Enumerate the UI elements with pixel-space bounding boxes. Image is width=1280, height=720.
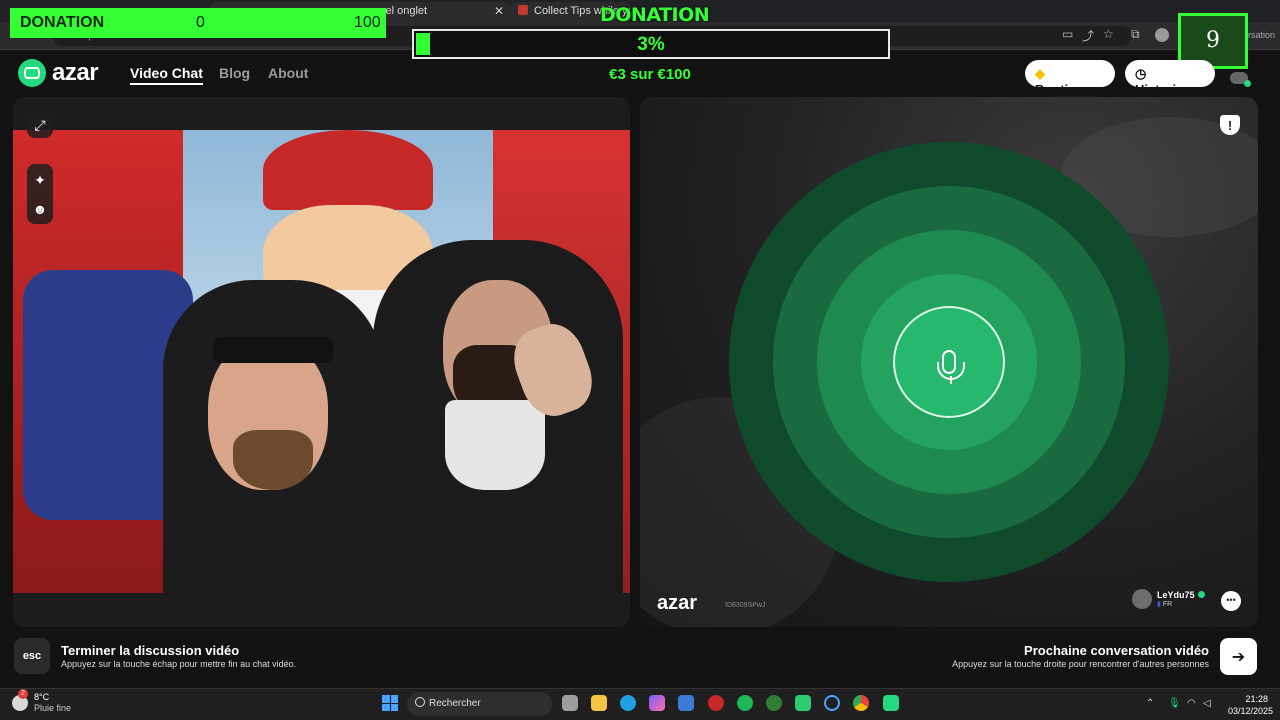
mic-stem: [950, 376, 952, 384]
face-filter-icon[interactable]: ☻: [33, 201, 48, 217]
spotify-icon[interactable]: [737, 695, 753, 711]
donation-progress-bar: 3%: [412, 29, 890, 59]
nav-about[interactable]: About: [268, 65, 308, 81]
mic-body: [937, 350, 965, 380]
chat-app-icon[interactable]: [795, 695, 811, 711]
donation-max: 100: [354, 14, 381, 31]
search-icon: [415, 697, 425, 707]
chrome-icon[interactable]: [853, 695, 869, 711]
weather-widget[interactable]: 8°C Pluie fine: [12, 689, 72, 714]
star-icon[interactable]: ☆: [1103, 27, 1114, 41]
site-favicon-icon: [518, 5, 528, 15]
taskbar-search[interactable]: Rechercher: [407, 692, 552, 716]
gem-icon: ◆: [1035, 66, 1045, 81]
azar-watermark: azar: [657, 592, 698, 614]
copilot-icon[interactable]: [649, 695, 665, 711]
donation-raised: €3 sur €100: [609, 66, 691, 83]
effects-toolbar: ✦ ☻: [27, 164, 53, 224]
app-red-icon[interactable]: [708, 695, 724, 711]
task-view-icon[interactable]: [562, 695, 578, 711]
azar-logo-icon: [18, 59, 46, 87]
next-chat-title: Prochaine conversation vidéo: [1024, 643, 1209, 658]
next-button[interactable]: ➔: [1220, 638, 1257, 675]
arrow-right-icon: ➔: [1231, 648, 1246, 666]
microphone-tray-icon[interactable]: 🎙: [1168, 698, 1181, 709]
extensions-icon[interactable]: ⧉: [1131, 27, 1140, 42]
close-icon[interactable]: ✕: [494, 4, 504, 18]
verified-icon: [1197, 591, 1205, 598]
expand-icon[interactable]: ⤢: [27, 112, 53, 138]
flag-icon: ▮: [1157, 601, 1161, 608]
system-clock[interactable]: 21:28 03/12/2025: [1228, 693, 1274, 717]
windows-taskbar: [0, 688, 1280, 720]
chevron-up-icon[interactable]: ⌃: [1146, 698, 1154, 709]
azar-app-icon[interactable]: [883, 695, 899, 711]
app-c-icon[interactable]: [824, 695, 840, 711]
sparkle-icon[interactable]: ✦: [34, 172, 46, 189]
time: 21:28: [1245, 694, 1268, 704]
remote-video-panel: ! azar ID8309SPwJ LeYdu75 ▮ FR •••: [640, 97, 1258, 627]
xbox-icon[interactable]: [766, 695, 782, 711]
profile-avatar-icon[interactable]: [1155, 28, 1169, 42]
logo-text: azar: [52, 59, 99, 86]
peer-country: FR: [1162, 601, 1173, 608]
weather-desc: Pluie fine: [34, 703, 72, 713]
donation-title: DONATION: [600, 4, 710, 26]
peer-info[interactable]: LeYdu75 ▮ FR: [1132, 589, 1205, 609]
store-icon[interactable]: [678, 695, 694, 711]
end-chat-hint: Appuyez sur la touche échap pour mettre …: [61, 659, 297, 669]
jabot: [445, 400, 545, 490]
end-chat-title: Terminer la discussion vidéo: [61, 643, 240, 658]
donation-min: 0: [196, 14, 205, 31]
azar-logo[interactable]: azar: [18, 59, 99, 87]
glasses: [213, 337, 333, 363]
history-button[interactable]: ◷Historique: [1125, 60, 1215, 97]
windows-start-icon[interactable]: [382, 695, 398, 711]
report-icon[interactable]: !: [1218, 113, 1242, 137]
avatar: [1132, 589, 1152, 609]
history-label: Historique: [1135, 82, 1200, 97]
nav-blog[interactable]: Blog: [219, 65, 250, 81]
chat-icon[interactable]: •••: [1221, 591, 1241, 611]
date: 03/12/2025: [1228, 706, 1274, 716]
online-dot-icon: [1244, 80, 1251, 87]
microphone-icon: [893, 306, 1005, 418]
wifi-icon[interactable]: ◠: [1187, 698, 1196, 709]
clock-icon: ◷: [1135, 66, 1147, 81]
next-chat-hint: Appuyez sur la touche droite pour rencon…: [952, 659, 1209, 669]
weather-icon: [12, 689, 28, 711]
donation-scale: DONATION 0 100: [10, 8, 386, 38]
screen: vel onglet ✕ Collect Tips while you're h…: [0, 0, 1280, 720]
beard: [233, 430, 313, 490]
temperature: 8°C: [34, 692, 50, 702]
watermark-id: ID8309SPwJ: [725, 602, 766, 609]
speaker-icon[interactable]: ◁: [1203, 698, 1211, 709]
file-explorer-icon[interactable]: [591, 695, 607, 711]
chat-bubble-icon[interactable]: [1230, 72, 1251, 87]
donation-label: DONATION: [20, 14, 105, 31]
edge-icon[interactable]: [620, 695, 636, 711]
nav-video-chat[interactable]: Video Chat: [130, 65, 203, 85]
peer-name: LeYdu75: [1157, 590, 1195, 600]
shop-label: Boutique: [1035, 82, 1092, 97]
tab-label: vel onglet: [380, 5, 428, 17]
donation-percent: 3%: [637, 34, 665, 55]
local-camera-feed: [13, 130, 630, 593]
shop-button[interactable]: ◆Boutique: [1025, 60, 1115, 97]
santa-hat: [263, 130, 433, 210]
esc-button[interactable]: esc: [14, 638, 50, 674]
local-video-panel: ⤢ ✦ ☻: [13, 97, 630, 627]
share-icon[interactable]: ⤴: [1082, 27, 1094, 44]
screencast-icon[interactable]: ▭: [1062, 27, 1073, 41]
